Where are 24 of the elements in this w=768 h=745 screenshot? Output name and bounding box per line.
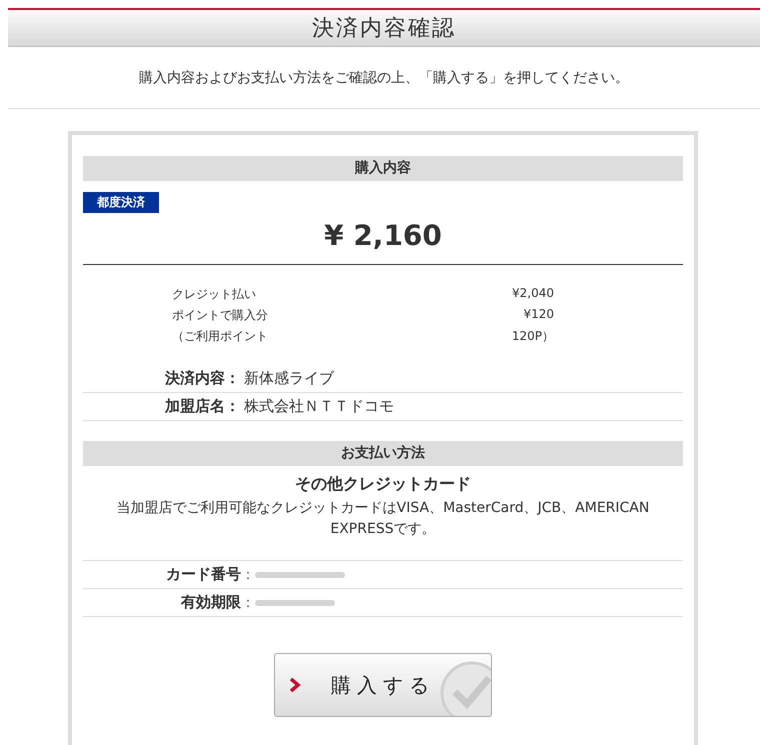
instruction-text: 購入内容およびお支払い方法をご確認の上、「購入する」を押してください。 — [8, 47, 760, 109]
separator: ： — [241, 594, 255, 612]
separator: ： — [241, 566, 255, 584]
breakdown-label: ポイントで購入分 — [172, 307, 269, 324]
section-heading: お支払い方法 — [83, 441, 683, 466]
field-label: カード番号 — [165, 565, 241, 584]
breakdown-value: ¥120 — [522, 307, 554, 323]
page-title: 決済内容確認 — [8, 8, 760, 47]
breakdown-value: ¥2,040 — [511, 286, 554, 302]
chevron-icon — [289, 677, 301, 693]
card-type: その他クレジットカード — [294, 474, 472, 495]
detail-value: 新体感ライブ — [244, 369, 334, 388]
payment-type-badge: 都度決済 — [83, 192, 159, 213]
breakdown-label: （ご利用ポイント — [172, 328, 269, 345]
breakdown-value: 120P） — [510, 328, 554, 345]
buy-button[interactable]: 購入する — [274, 653, 492, 717]
detail-value: 株式会社ＮＴＴドコモ — [244, 397, 394, 416]
card-note: 当加盟店でご利用可能なクレジットカードはVISA、MasterCard、JCB、AMERICAN EXPRESSです。 — [83, 498, 683, 561]
section-heading: 購入内容 — [83, 156, 683, 181]
detail-label: 加盟店名： — [165, 397, 240, 416]
detail-label: 決済内容： — [165, 369, 240, 388]
total-amount: ¥ 2,160 — [83, 213, 683, 265]
field-label: 有効期限 — [180, 593, 241, 612]
breakdown-label: クレジット払い — [172, 286, 257, 303]
